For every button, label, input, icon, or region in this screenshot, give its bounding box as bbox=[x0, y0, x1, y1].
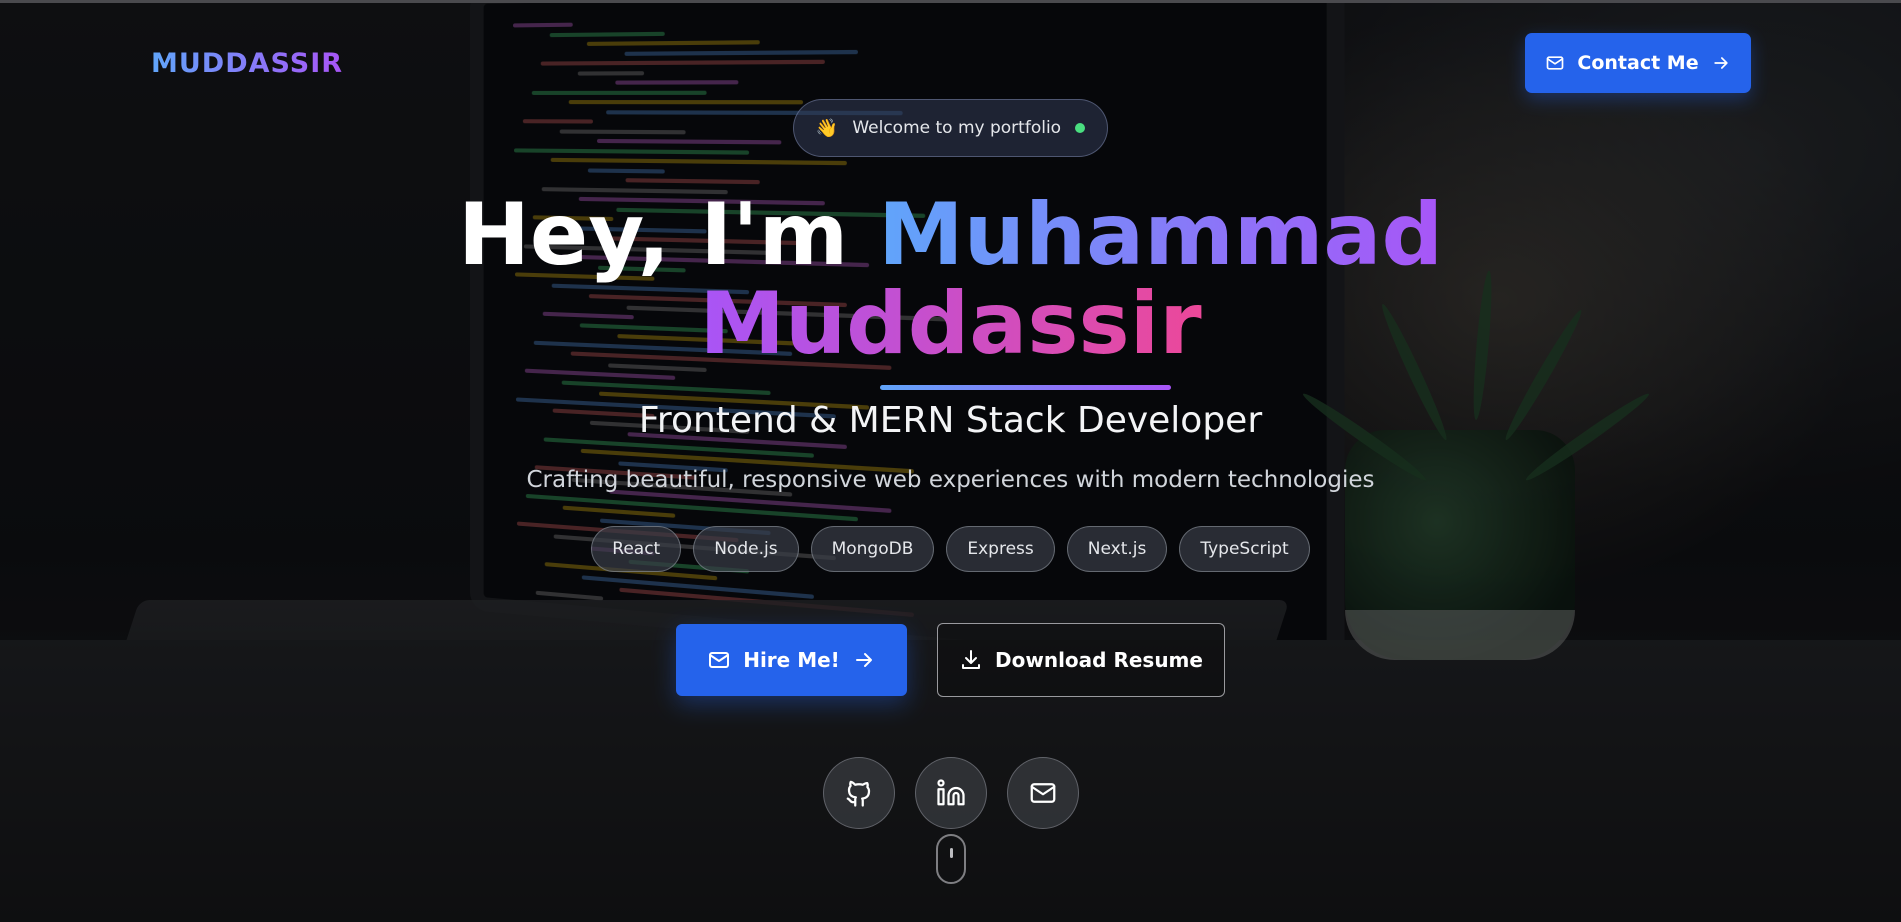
tech-tag: MongoDB bbox=[810, 526, 935, 572]
github-icon bbox=[846, 780, 870, 807]
tech-tag: React bbox=[591, 526, 682, 572]
scroll-indicator-icon[interactable] bbox=[936, 834, 966, 884]
headline-line-2: Muddassir bbox=[0, 281, 1901, 367]
tagline: Crafting beautiful, responsive web exper… bbox=[526, 467, 1375, 493]
hire-me-label: Hire Me! bbox=[743, 648, 840, 672]
first-name: Muhammad bbox=[878, 185, 1444, 285]
headline-line-1: Hey, I'm Muhammad bbox=[0, 192, 1901, 278]
name-underline bbox=[880, 385, 1171, 390]
mail-icon bbox=[709, 652, 730, 668]
site-logo[interactable]: MUDDASSIR bbox=[151, 48, 343, 79]
download-resume-label: Download Resume bbox=[995, 648, 1203, 672]
download-resume-button[interactable]: Download Resume bbox=[937, 623, 1225, 697]
arrow-right-icon bbox=[1713, 57, 1728, 69]
arrow-right-icon bbox=[855, 653, 872, 667]
mail-icon bbox=[1547, 56, 1564, 70]
welcome-text: Welcome to my portfolio bbox=[852, 118, 1062, 138]
top-border bbox=[0, 0, 1901, 3]
tech-tag: Express bbox=[946, 526, 1055, 572]
hire-me-button[interactable]: Hire Me! bbox=[676, 624, 907, 696]
greeting-text: Hey, I'm bbox=[457, 185, 849, 285]
mail-icon bbox=[1030, 783, 1055, 803]
email-link[interactable] bbox=[1006, 757, 1079, 829]
social-links bbox=[0, 757, 1901, 829]
linkedin-link[interactable] bbox=[914, 757, 987, 829]
contact-me-label: Contact Me bbox=[1577, 52, 1699, 74]
last-name: Muddassir bbox=[699, 274, 1202, 374]
tech-tag: Node.js bbox=[693, 526, 799, 572]
linkedin-icon bbox=[936, 779, 965, 806]
welcome-badge: 👋 Welcome to my portfolio bbox=[793, 99, 1108, 157]
status-dot bbox=[1075, 123, 1086, 133]
download-icon bbox=[962, 650, 981, 669]
role-title: Frontend & MERN Stack Developer bbox=[638, 400, 1263, 441]
tech-tag: TypeScript bbox=[1179, 526, 1310, 572]
contact-me-button[interactable]: Contact Me bbox=[1525, 33, 1751, 93]
tech-tags: React Node.js MongoDB Express Next.js Ty… bbox=[0, 526, 1901, 572]
waving-hand-icon: 👋 bbox=[815, 117, 839, 139]
github-link[interactable] bbox=[822, 757, 895, 829]
tech-tag: Next.js bbox=[1066, 526, 1168, 572]
